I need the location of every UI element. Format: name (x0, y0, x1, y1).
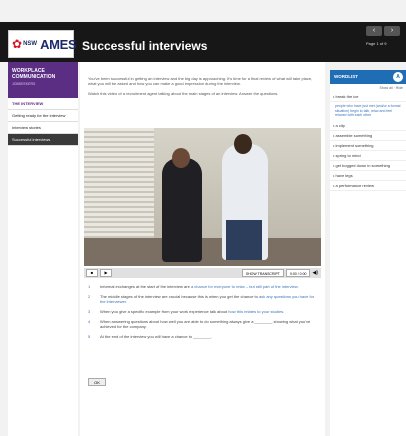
questions-list: 1 Informal exchanges at the start of the… (88, 284, 318, 344)
video-person-woman (162, 158, 202, 262)
answer-link[interactable]: a chance for everyone to relax – but sti… (191, 284, 299, 289)
wordlist-item[interactable]: • a performance review (330, 181, 406, 191)
question-text: When you give a specific example from yo… (100, 309, 285, 314)
wordlist-item[interactable]: • a clip (330, 121, 406, 131)
nav-item-successful-interviews[interactable]: Successful interviews (8, 134, 78, 146)
question-item: 2 The middle stages of the interview are… (88, 294, 318, 304)
play-button[interactable]: ▶ (100, 269, 112, 277)
video-player[interactable] (84, 128, 321, 266)
video-controls: ■ ▶ SHOW TRANSCRIPT 0:00 / 0:00 ◀) (84, 268, 321, 278)
intro-text: You've been successful in getting an int… (88, 76, 316, 101)
page: ✿ NSW AMES Successful interviews ‹ › Pag… (0, 0, 406, 436)
video-person-man-jeans (226, 220, 262, 260)
video-window-blinds (84, 128, 154, 238)
ok-button[interactable]: OK (88, 378, 106, 386)
question-text: Informal exchanges at the start of the i… (100, 284, 299, 289)
question-text: The middle stages of the interview are c… (100, 294, 315, 304)
answer-link[interactable]: how this relates to your studies. (228, 309, 284, 314)
course-title: WORKPLACE COMMUNICATION (12, 68, 56, 80)
nsw-ames-logo: ✿ NSW AMES (8, 30, 77, 58)
nav-item-getting-ready[interactable]: Getting ready for the interview (8, 110, 78, 122)
stop-button[interactable]: ■ (86, 269, 98, 277)
wordlist-panel: WORDLIST A Show all · Hide • break the i… (330, 70, 406, 436)
intro-paragraph-1: You've been successful in getting an int… (88, 76, 313, 86)
wordlist-definition: people who have just met (and/or a forma… (335, 104, 401, 117)
logo-nsw-text: NSW (23, 41, 38, 47)
nav-section-interview[interactable]: THE INTERVIEW (8, 98, 78, 110)
question-item: 5 At the end of the interview you will h… (88, 334, 318, 339)
main-content: You've been successful in getting an int… (80, 62, 325, 436)
question-item: 4 When answering questions about how wel… (88, 319, 318, 329)
wordlist-item[interactable]: • break the ice (330, 92, 406, 102)
wordlist-item[interactable]: • assemble something (330, 131, 406, 141)
wordlist-item[interactable]: • implement something (330, 141, 406, 151)
intro-paragraph-2: Watch this video of a recruitment agent … (88, 91, 279, 96)
time-display: 0:00 / 0:00 (285, 269, 311, 277)
wordlist-title: WORDLIST (334, 74, 358, 79)
question-text[interactable]: At the end of the interview you will hav… (100, 334, 212, 339)
wordlist-show-hide[interactable]: Show all · Hide (330, 84, 406, 92)
font-size-icon[interactable]: A (393, 72, 403, 82)
wordlist-item[interactable]: • spring to mind (330, 151, 406, 161)
question-number: 4 (88, 319, 91, 324)
logo-ames-text: AMES (40, 36, 77, 52)
page-title: Successful interviews (82, 39, 208, 53)
question-text[interactable]: When answering questions about how well … (100, 319, 318, 329)
question-number: 2 (88, 294, 91, 299)
question-item: 1 Informal exchanges at the start of the… (88, 284, 318, 289)
show-transcript-button[interactable]: SHOW TRANSCRIPT (241, 269, 284, 277)
course-heading: WORKPLACE COMMUNICATION JOBSEEKERS (8, 62, 78, 98)
question-number: 3 (88, 309, 91, 314)
course-subtitle: JOBSEEKERS (12, 82, 36, 86)
question-number: 1 (88, 284, 91, 289)
video-floor (84, 238, 321, 266)
left-nav: WORKPLACE COMMUNICATION JOBSEEKERS THE I… (8, 62, 78, 436)
prev-page-button[interactable]: ‹ (366, 26, 382, 36)
page-nav: ‹ › (366, 26, 400, 36)
video-person-man-head (234, 134, 252, 154)
question-number: 5 (88, 334, 91, 339)
waratah-icon: ✿ (12, 37, 23, 51)
nav-item-interview-stories[interactable]: Interview stories (8, 122, 78, 134)
wordlist-header: WORDLIST A (330, 70, 406, 84)
question-item: 3 When you give a specific example from … (88, 309, 318, 314)
wordlist-item[interactable]: • have legs (330, 171, 406, 181)
video-person-woman-head (172, 148, 190, 168)
next-page-button[interactable]: › (384, 26, 400, 36)
volume-icon[interactable]: ◀) (312, 270, 318, 276)
page-indicator: Page 1 of 9 (366, 41, 387, 46)
wordlist-item[interactable]: • get bogged down in something (330, 161, 406, 171)
